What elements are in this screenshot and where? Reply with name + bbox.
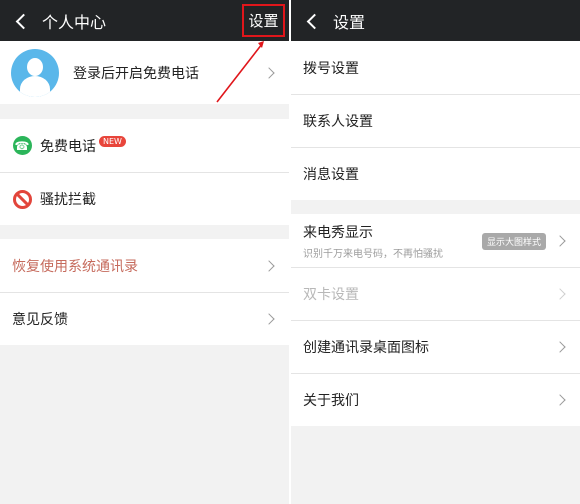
chevron-right-icon: [554, 288, 566, 300]
free-call-row[interactable]: ☎ 免费电话 NEW: [0, 119, 289, 172]
chevron-right-icon: [263, 259, 275, 272]
settings-button[interactable]: 设置: [242, 4, 285, 37]
contact-settings-label: 联系人设置: [303, 114, 373, 130]
profile-section: 登录后开启免费电话: [0, 41, 289, 104]
screenshot-root: 个人中心 设置 登录后开启免费电话 ☎ 免费电话 NEW 骚扰拦截 恢复使用系统…: [0, 0, 580, 504]
about-row[interactable]: 关于我们: [291, 373, 580, 426]
feedback-label: 意见反馈: [12, 312, 68, 328]
dial-settings-row[interactable]: 拨号设置: [291, 41, 580, 94]
page-title: 个人中心: [42, 12, 107, 32]
message-settings-label: 消息设置: [303, 167, 359, 183]
free-call-label: 免费电话: [40, 138, 96, 155]
section-gap: [0, 104, 289, 119]
chevron-right-icon: [263, 66, 275, 79]
top-bar: 设置: [291, 0, 580, 41]
chevron-right-icon: [554, 341, 566, 353]
chevron-right-icon: [554, 394, 566, 406]
page-title: 设置: [333, 12, 366, 32]
about-label: 关于我们: [303, 393, 359, 409]
contact-settings-row[interactable]: 联系人设置: [291, 94, 580, 147]
settings-group-2: 来电秀显示 识别千万来电号码，不再怕骚扰 显示大图样式 双卡设置 创建通讯录桌面…: [291, 214, 580, 426]
dial-settings-label: 拨号设置: [303, 60, 359, 77]
personal-center-screen: 个人中心 设置 登录后开启免费电话 ☎ 免费电话 NEW 骚扰拦截 恢复使用系统…: [0, 0, 289, 504]
chevron-right-icon: [263, 313, 275, 325]
settings-screen: 设置 拨号设置 联系人设置 消息设置 来电秀显示 识别千万来电号码，不再怕骚扰 …: [291, 0, 580, 504]
dual-sim-row: 双卡设置: [291, 267, 580, 320]
back-arrow-icon[interactable]: [305, 14, 319, 28]
caller-show-row[interactable]: 来电秀显示 识别千万来电号码，不再怕骚扰 显示大图样式: [291, 214, 580, 267]
login-row[interactable]: 登录后开启免费电话: [0, 41, 289, 104]
phone-icon: ☎: [12, 136, 32, 156]
feedback-row[interactable]: 意见反馈: [0, 292, 289, 345]
avatar-icon: [11, 48, 59, 97]
create-shortcut-label: 创建通讯录桌面图标: [303, 340, 429, 356]
top-bar: 个人中心 设置: [0, 0, 289, 41]
back-arrow-icon[interactable]: [14, 14, 28, 28]
harassment-block-row[interactable]: 骚扰拦截: [0, 172, 289, 225]
new-badge: NEW: [99, 136, 126, 147]
message-settings-row[interactable]: 消息设置: [291, 147, 580, 200]
settings-group-1: 拨号设置 联系人设置 消息设置: [291, 41, 580, 200]
dual-sim-label: 双卡设置: [303, 287, 359, 303]
services-group: ☎ 免费电话 NEW 骚扰拦截: [0, 119, 289, 225]
caller-show-style-badge: 显示大图样式: [481, 233, 546, 250]
restore-contacts-label: 恢复使用系统通讯录: [12, 258, 138, 275]
create-shortcut-row[interactable]: 创建通讯录桌面图标: [291, 320, 580, 373]
restore-contacts-row[interactable]: 恢复使用系统通讯录: [0, 239, 289, 292]
options-group: 恢复使用系统通讯录 意见反馈: [0, 239, 289, 345]
harassment-block-label: 骚扰拦截: [40, 192, 96, 208]
block-icon: [12, 189, 32, 209]
section-gap: [291, 200, 580, 214]
login-prompt: 登录后开启免费电话: [73, 65, 199, 82]
section-gap: [0, 225, 289, 239]
